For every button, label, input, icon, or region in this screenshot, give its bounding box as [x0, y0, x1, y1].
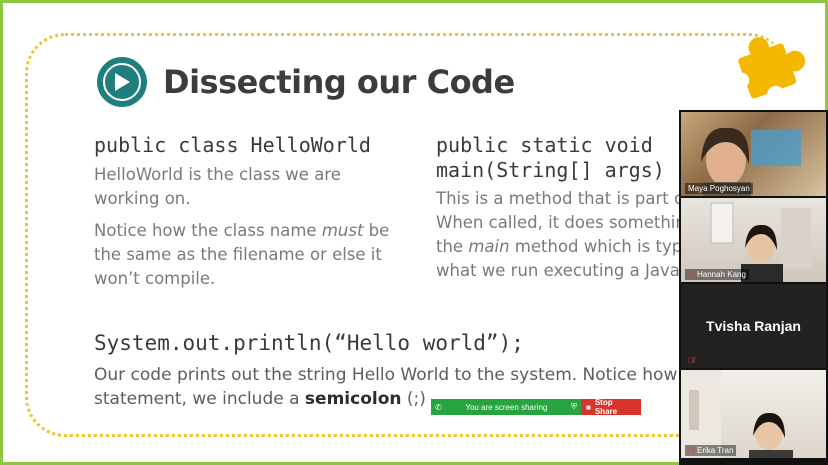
participant-mute-status: 🎙̸ [685, 355, 697, 366]
participant-tile-3[interactable]: Tvisha Ranjan 🎙̸ [681, 284, 826, 368]
code-println: System.out.println(“Hello world”); [94, 331, 524, 355]
class-name-note: Notice how the class name must be the sa… [94, 221, 390, 288]
screen-share-bar: ✆ You are screen sharing ⛨ ■ Stop Share [431, 398, 641, 416]
shield-icon: ⛨ [571, 402, 577, 411]
participant-name-label: Maya Poghosyan [685, 183, 753, 194]
participant-tile-1[interactable]: Maya Poghosyan [681, 112, 826, 196]
stop-share-button[interactable]: ■ Stop Share [581, 398, 641, 416]
slide-title: Dissecting our Code [163, 63, 515, 101]
participant-name-label: 🎙̸ Erika Tran [685, 445, 737, 456]
mic-muted-icon: 🎙̸ [688, 446, 694, 455]
puzzle-piece-icon [733, 37, 806, 104]
code-class-declaration: public class HelloWorld [94, 133, 371, 157]
share-status: ✆ You are screen sharing ⛨ [431, 399, 581, 415]
participant-tile-2[interactable]: 🎙̸ Hannah Kang [681, 198, 826, 282]
play-icon [97, 57, 147, 107]
participant-tile-4[interactable]: 🎙̸ Erika Tran [681, 370, 826, 458]
title-row: Dissecting our Code [97, 57, 515, 107]
stop-icon: ■ [586, 402, 591, 412]
class-explanation: public class HelloWorld HelloWorld is th… [94, 133, 404, 299]
participant-video-strip: Maya Poghosyan 🎙̸ Hannah Kang Tvisha Ranj… [679, 110, 828, 465]
mic-muted-icon: 🎙̸ [688, 356, 694, 365]
participant-name-label: 🎙̸ Hannah Kang [685, 269, 749, 280]
class-description: HelloWorld is the class we are working o… [94, 165, 341, 208]
phone-icon: ✆ [435, 402, 442, 412]
participant-name-placeholder: Tvisha Ranjan [706, 318, 801, 334]
mic-muted-icon: 🎙̸ [688, 270, 694, 279]
